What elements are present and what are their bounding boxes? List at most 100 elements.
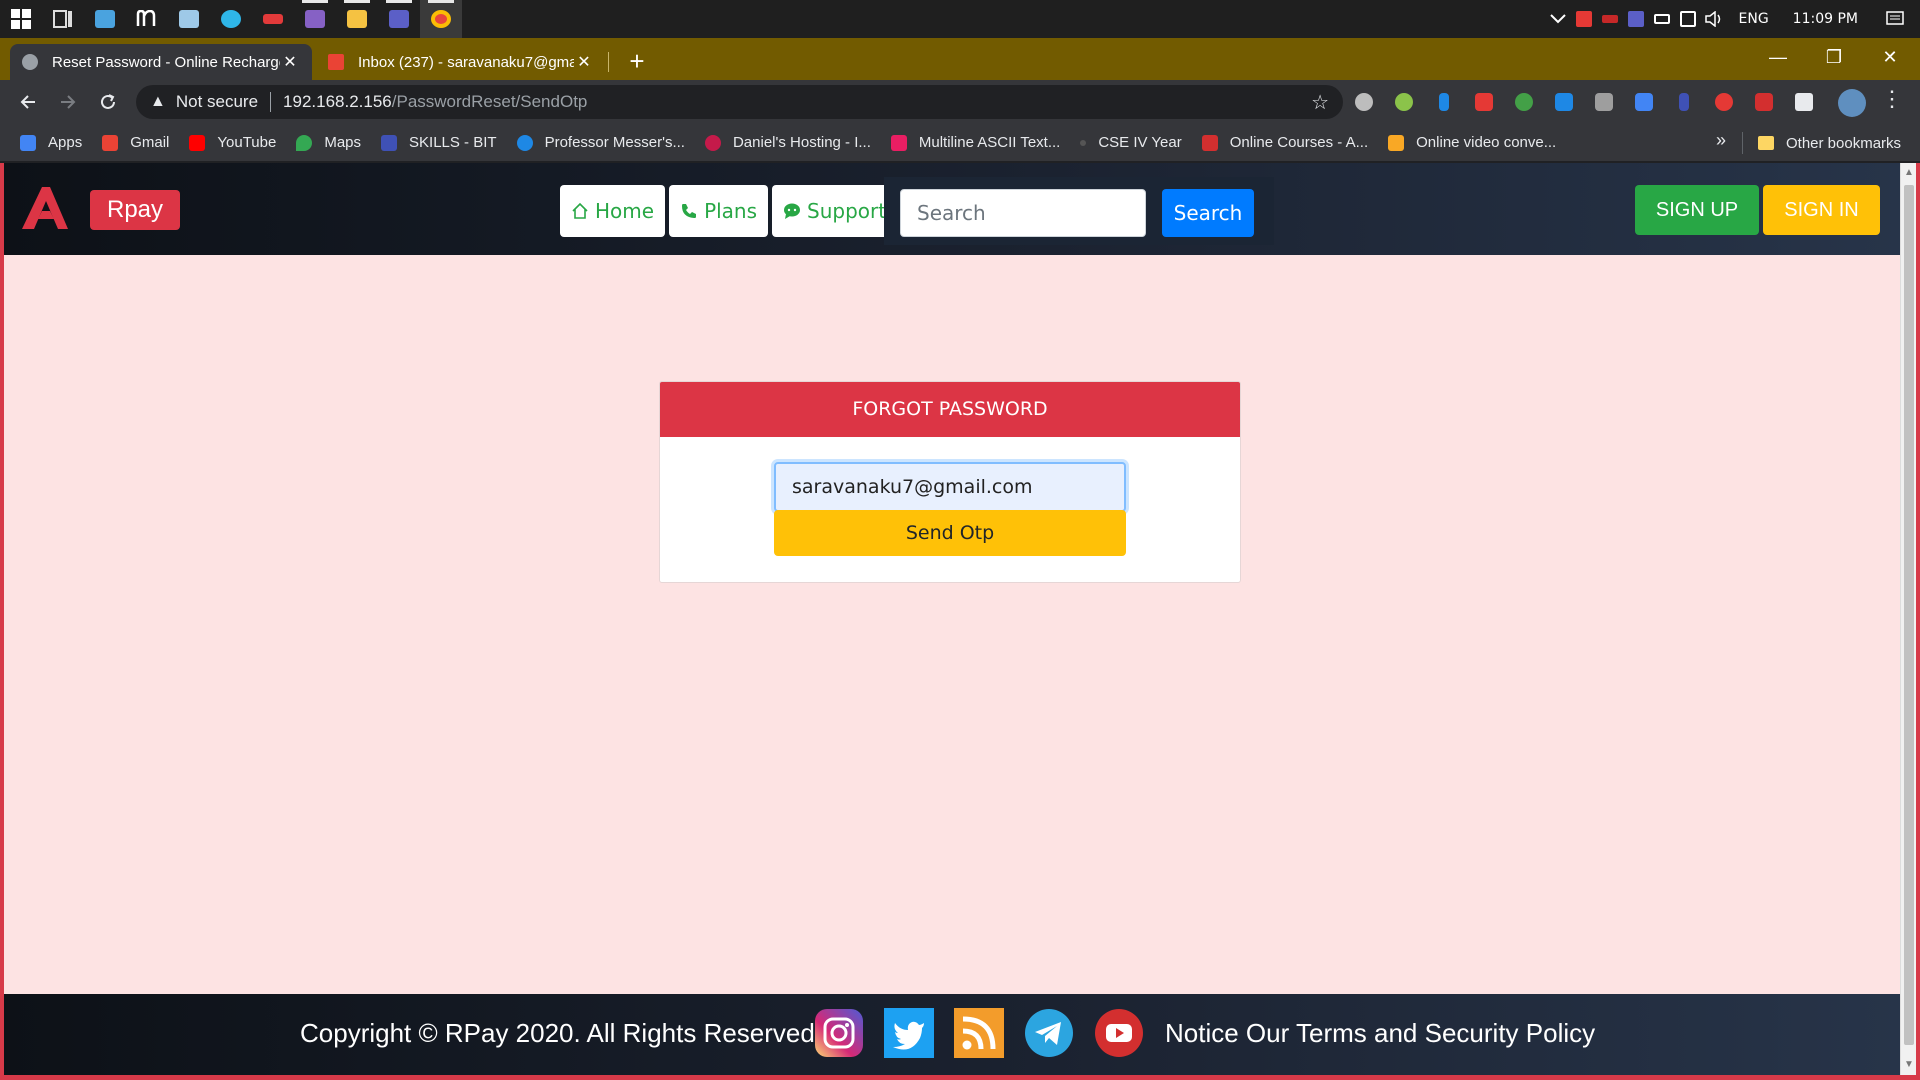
rss-icon[interactable]: [954, 1008, 1004, 1058]
remote-desktop-icon[interactable]: [84, 0, 126, 38]
visual-studio-icon[interactable]: [294, 0, 336, 38]
scroll-up-arrow-icon[interactable]: ▲: [1901, 165, 1917, 181]
address-bar[interactable]: ▲ Not secure 192.168.2.156 /PasswordRese…: [136, 85, 1343, 119]
back-button[interactable]: [12, 86, 44, 118]
scrollbar-thumb[interactable]: [1904, 185, 1914, 1045]
send-otp-button[interactable]: Send Otp: [774, 510, 1126, 556]
telegram-icon[interactable]: [1024, 1008, 1074, 1058]
page-viewport: Rpay Home Plans Support Search SIGN UP S…: [4, 163, 1900, 1075]
nav-plans-button[interactable]: Plans: [669, 185, 769, 237]
tab-gmail-inbox[interactable]: Inbox (237) - saravanaku7@gmail.com ✕: [316, 44, 606, 80]
bookmark-youtube[interactable]: YouTube: [189, 134, 276, 151]
language-indicator[interactable]: ENG: [1727, 11, 1781, 27]
chat-icon: [784, 203, 801, 219]
bookmark-daniels-hosting[interactable]: Daniel's Hosting - I...: [704, 134, 871, 151]
email-field[interactable]: [774, 462, 1126, 512]
bookmark-professor-messer[interactable]: Professor Messer's...: [516, 134, 685, 151]
sign-in-button[interactable]: SIGN IN: [1763, 185, 1880, 235]
bookmark-apps[interactable]: Apps: [20, 134, 82, 151]
search-input[interactable]: [900, 189, 1146, 237]
more-menu-icon[interactable]: ⋮: [1880, 86, 1904, 118]
chrome-icon[interactable]: [420, 0, 462, 38]
notifications-icon[interactable]: [1870, 0, 1920, 38]
notion-icon[interactable]: [126, 0, 168, 38]
forgot-password-card: FORGOT PASSWORD Send Otp: [659, 381, 1241, 583]
skills-icon: [381, 134, 398, 151]
windows-start-icon[interactable]: [0, 0, 42, 38]
battery-icon[interactable]: [1649, 0, 1675, 38]
bookmark-gmail[interactable]: Gmail: [102, 134, 169, 151]
task-view-icon[interactable]: [42, 0, 84, 38]
clock[interactable]: 11:09 PM: [1781, 11, 1870, 27]
extension-play-icon[interactable]: [1470, 88, 1498, 116]
extension-wifi-icon[interactable]: [1670, 88, 1698, 116]
search-button[interactable]: Search: [1162, 189, 1254, 237]
bookmarks-overflow-button[interactable]: »: [1716, 130, 1726, 151]
close-window-button[interactable]: ✕: [1862, 38, 1918, 76]
extension-badge-icon[interactable]: [1710, 88, 1738, 116]
puzzle-icon[interactable]: [1790, 88, 1818, 116]
close-icon[interactable]: ✕: [280, 52, 300, 72]
forward-button[interactable]: [52, 86, 84, 118]
tab-reset-password[interactable]: Reset Password - Online Recharge ✕: [10, 44, 312, 80]
tray-teams-icon[interactable]: [1623, 0, 1649, 38]
globe-icon: [22, 54, 38, 70]
url-path[interactable]: /PasswordReset/SendOtp: [392, 92, 588, 112]
minimize-button[interactable]: —: [1750, 38, 1806, 76]
tab-title: Reset Password - Online Recharge: [52, 53, 280, 71]
brand-badge[interactable]: Rpay: [90, 190, 181, 230]
extension-cloud-icon[interactable]: [1350, 88, 1378, 116]
search-form: Search: [884, 177, 1274, 245]
bookmark-online-courses[interactable]: Online Courses - A...: [1201, 134, 1368, 151]
sign-up-button[interactable]: SIGN UP: [1635, 185, 1759, 235]
apps-grid-icon: [20, 134, 36, 151]
tray-app-icon[interactable]: [1597, 0, 1623, 38]
bookmark-maps[interactable]: Maps: [296, 134, 361, 151]
nav-support-button[interactable]: Support: [772, 185, 898, 237]
other-bookmarks[interactable]: Other bookmarks: [1758, 124, 1901, 162]
bookmark-video-converter[interactable]: Online video conve...: [1388, 134, 1556, 151]
warning-icon[interactable]: ▲: [150, 93, 166, 111]
teams-icon[interactable]: [378, 0, 420, 38]
twitter-icon[interactable]: [884, 1008, 934, 1058]
youtube-icon[interactable]: [1094, 1008, 1144, 1058]
security-label[interactable]: Not secure: [176, 92, 258, 112]
file-explorer-icon[interactable]: [336, 0, 378, 38]
scroll-down-arrow-icon[interactable]: ▼: [1901, 1057, 1917, 1073]
photos-icon[interactable]: [168, 0, 210, 38]
extension-translate-icon[interactable]: [1630, 88, 1658, 116]
reload-button[interactable]: [92, 86, 124, 118]
card-title: FORGOT PASSWORD: [660, 382, 1240, 437]
url-host[interactable]: 192.168.2.156: [283, 92, 392, 112]
extension-globe-icon[interactable]: [1390, 88, 1418, 116]
window-frame-right: [1916, 163, 1920, 1080]
instagram-icon[interactable]: [814, 1008, 864, 1058]
folder-icon: [1758, 136, 1774, 150]
bookmark-ascii-text[interactable]: Multiline ASCII Text...: [890, 134, 1060, 151]
bookmark-star-icon[interactable]: ☆: [1311, 90, 1329, 115]
bookmark-cse-iv-year[interactable]: CSE IV Year: [1080, 134, 1182, 151]
extension-bolt-icon[interactable]: [1430, 88, 1458, 116]
volume-icon[interactable]: [1701, 0, 1727, 38]
extension-drive-icon[interactable]: [1590, 88, 1618, 116]
extension-office-icon[interactable]: [1750, 88, 1778, 116]
logo-icon[interactable]: [20, 185, 70, 231]
bookmark-skills-bit[interactable]: SKILLS - BIT: [381, 134, 497, 151]
new-tab-button[interactable]: +: [622, 46, 652, 76]
copyright-text: Copyright © RPay 2020. All Rights Reserv…: [300, 1018, 815, 1048]
network-icon[interactable]: [1675, 0, 1701, 38]
app-red-icon[interactable]: [252, 0, 294, 38]
extension-counter-icon[interactable]: [1550, 88, 1578, 116]
extension-thumb-icon[interactable]: [1510, 88, 1538, 116]
edge-icon[interactable]: [210, 0, 252, 38]
vertical-scrollbar[interactable]: ▲ ▼: [1900, 163, 1916, 1075]
terms-policy-link[interactable]: Notice Our Terms and Security Policy: [1165, 1018, 1595, 1049]
profile-avatar[interactable]: [1838, 89, 1866, 117]
close-icon[interactable]: ✕: [574, 52, 594, 72]
tray-app-red-icon[interactable]: [1571, 0, 1597, 38]
bookmarks-bar: Apps Gmail YouTube Maps SKILLS - BIT Pro…: [0, 124, 1920, 162]
restore-button[interactable]: ❐: [1806, 38, 1862, 76]
nav-home-button[interactable]: Home: [560, 185, 666, 237]
chevron-up-icon[interactable]: [1545, 0, 1571, 38]
raspberry-icon: [704, 134, 721, 151]
